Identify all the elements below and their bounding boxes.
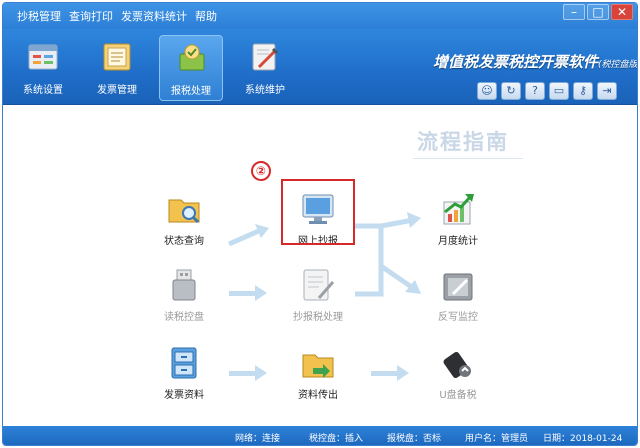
tool-system-settings[interactable]: 系统设置 <box>11 35 75 101</box>
menu-bar: 抄税管理 查询打印 发票资料统计 帮助 – □ ✕ <box>3 3 637 29</box>
node-label: 状态查询 <box>164 236 204 247</box>
node-label: 月度统计 <box>438 236 478 247</box>
refresh-button[interactable]: ↻ <box>501 82 521 100</box>
arrow-icon <box>227 224 269 247</box>
product-title: 增值税发票税控开票软件(税控盘版) <box>433 51 638 72</box>
status-query-folder-icon <box>167 192 201 226</box>
menu-tax-management[interactable]: 抄税管理 <box>17 8 61 24</box>
close-button[interactable]: ✕ <box>611 4 633 20</box>
node-label: U盘备税 <box>439 390 477 401</box>
menu-help[interactable]: 帮助 <box>195 8 217 24</box>
status-date: 日期：2018-01-24 <box>543 434 623 444</box>
settings-panel-icon <box>27 41 59 73</box>
arrow-icon <box>229 285 267 301</box>
main-toolbar: 系统设置 发票管理 报税处理 系统维护 增值税发票税控开票软件(税控盘版) ☺ … <box>3 29 637 105</box>
tax-report-icon <box>176 42 208 74</box>
data-export-folder-icon <box>301 346 335 380</box>
product-title-text: 增值税发票税控开票软件 <box>433 53 599 71</box>
tool-label: 发票管理 <box>97 85 137 96</box>
tool-system-maintenance[interactable]: 系统维护 <box>233 35 297 101</box>
node-label: 发票资料 <box>164 390 204 401</box>
product-edition: (税控盘版) <box>598 60 638 70</box>
node-label: 资料传出 <box>298 390 338 401</box>
exit-button[interactable]: ⇥ <box>597 82 617 100</box>
monthly-stats-chart-icon <box>441 192 475 226</box>
arrow-icon <box>371 365 409 381</box>
refresh-icon: ↻ <box>506 84 516 97</box>
tool-invoice-management[interactable]: 发票管理 <box>85 35 149 101</box>
minimize-button[interactable]: – <box>563 4 585 20</box>
node-label: 抄报税处理 <box>293 312 343 323</box>
tool-label: 系统维护 <box>245 85 285 96</box>
menu-query-print[interactable]: 查询打印 <box>69 8 113 24</box>
maximize-button[interactable]: □ <box>587 4 609 20</box>
window-icon: ▭ <box>553 84 565 97</box>
invoice-data-cabinet-icon <box>167 346 201 380</box>
user-icon: ☺ <box>481 84 493 97</box>
guide-divider <box>413 158 523 159</box>
node-label: 反写监控 <box>438 312 478 323</box>
maintenance-tools-icon <box>249 41 281 73</box>
guide-title: 流程指南 <box>417 130 509 154</box>
window-button[interactable]: ▭ <box>549 82 569 100</box>
tool-label: 系统设置 <box>23 85 63 96</box>
invoice-book-icon <box>101 41 133 73</box>
exit-icon: ⇥ <box>602 84 612 97</box>
arrow-icon <box>229 365 267 381</box>
status-bar: 网络：连接 税控盘：插入 报税盘：否标 用户名：管理员 日期：2018-01-2… <box>3 426 637 445</box>
key-icon: ⚷ <box>578 84 588 97</box>
step-highlight-box <box>281 179 355 245</box>
status-user: 用户名：管理员 <box>465 434 529 444</box>
user-button[interactable]: ☺ <box>477 82 497 100</box>
key-button[interactable]: ⚷ <box>573 82 593 100</box>
menu-invoice-stats[interactable]: 发票资料统计 <box>121 8 187 24</box>
tool-label: 报税处理 <box>171 86 211 97</box>
help-button[interactable]: ? <box>525 82 545 100</box>
status-tax-disk: 税控盘：插入 <box>309 434 364 444</box>
tool-tax-report[interactable]: 报税处理 <box>159 35 223 101</box>
usb-backup-icon <box>441 346 475 380</box>
branch-arrow-icon <box>355 212 421 297</box>
report-process-icon <box>301 268 335 302</box>
writeback-monitor-icon <box>441 268 475 302</box>
read-usb-key-icon <box>167 268 201 302</box>
status-network: 网络：连接 <box>235 434 281 444</box>
help-icon: ? <box>532 84 538 97</box>
app-window: 抄税管理 查询打印 发票资料统计 帮助 – □ ✕ 系统设置 发票管理 报税处理… <box>2 2 638 446</box>
flow-guide-panel: 流程指南 状态查询 网上抄报 月度统计 读税控盘 抄报税处理 反写监控 发票资料… <box>3 106 637 426</box>
step-number-badge: ② <box>251 161 271 181</box>
status-report-disk: 报税盘：否标 <box>387 434 442 444</box>
node-label: 读税控盘 <box>164 312 204 323</box>
